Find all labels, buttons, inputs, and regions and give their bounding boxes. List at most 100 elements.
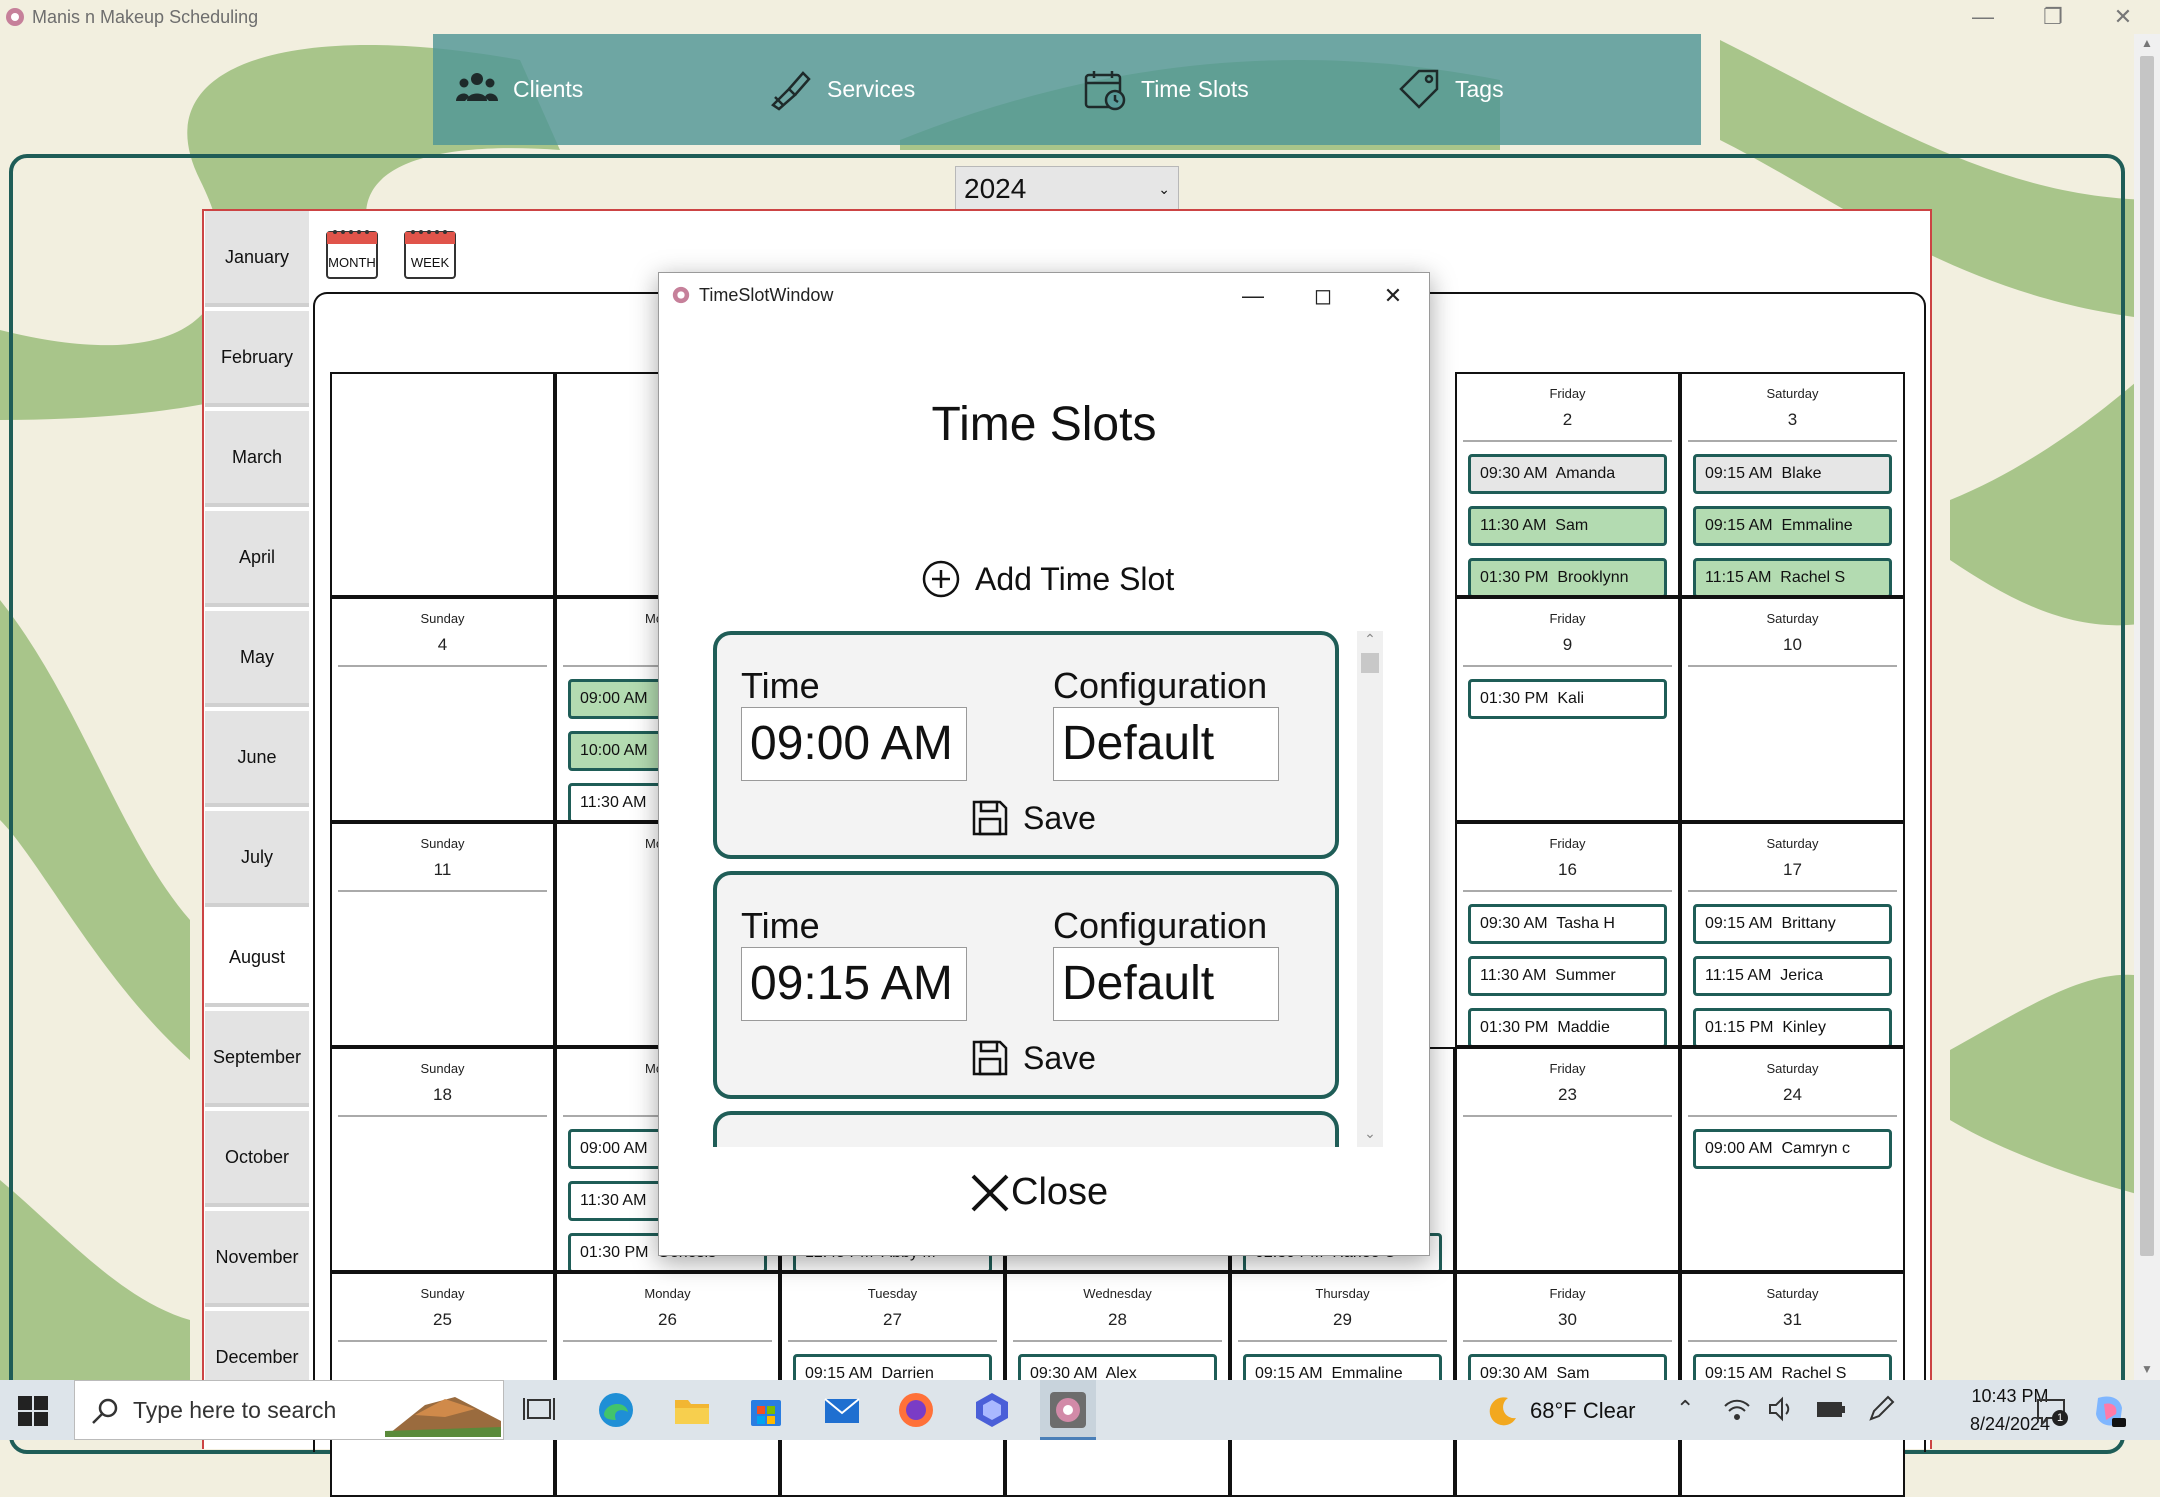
- month-tab-january[interactable]: January: [205, 211, 309, 307]
- copilot-app-icon[interactable]: [972, 1390, 1012, 1430]
- month-tab-june[interactable]: June: [205, 711, 309, 807]
- edge-browser-icon[interactable]: [596, 1390, 636, 1430]
- day-cell-aug-9: Friday 9 01:30 PM Kali: [1455, 597, 1680, 822]
- day-divider: [1463, 890, 1672, 892]
- active-app-taskbar-button[interactable]: [1040, 1380, 1096, 1440]
- add-time-slot-label: Add Time Slot: [975, 560, 1175, 597]
- file-explorer-icon[interactable]: [672, 1390, 712, 1430]
- day-name: Sunday: [420, 1061, 465, 1076]
- pen-icon[interactable]: [1866, 1394, 1896, 1424]
- day-number: 10: [1783, 635, 1802, 654]
- month-tab-may[interactable]: May: [205, 611, 309, 707]
- nav-time-slots[interactable]: Time Slots: [1083, 64, 1249, 114]
- battery-icon[interactable]: [1816, 1394, 1846, 1424]
- task-view-icon[interactable]: [520, 1390, 560, 1430]
- appointment[interactable]: 09:00 AM Camryn c: [1693, 1129, 1892, 1169]
- appointment[interactable]: 11:15 AM Jerica: [1693, 956, 1892, 996]
- volume-icon[interactable]: [1766, 1394, 1796, 1424]
- save-label: Save: [1023, 799, 1096, 836]
- nav-clients-label: Clients: [513, 75, 584, 102]
- month-tab-march[interactable]: March: [205, 411, 309, 507]
- app-logo-icon: [1050, 1392, 1086, 1428]
- plus-circle-icon: [922, 560, 960, 598]
- appointment[interactable]: 01:30 PM Brooklynn: [1468, 558, 1667, 595]
- appointment[interactable]: 11:30 AM Sam: [1468, 506, 1667, 546]
- copilot-icon[interactable]: [2090, 1392, 2128, 1430]
- scrollbar-thumb[interactable]: [1361, 653, 1379, 673]
- day-number: 11: [433, 860, 452, 879]
- page-scrollbar[interactable]: ▲ ▼: [2134, 34, 2160, 1380]
- appointment[interactable]: 01:30 PM Kali: [1468, 679, 1667, 719]
- day-divider: [1688, 1340, 1897, 1342]
- taskbar-search-box[interactable]: Type here to search: [74, 1380, 504, 1440]
- month-tab-july[interactable]: July: [205, 811, 309, 907]
- dialog-close-x-button[interactable]: ✕: [1363, 279, 1423, 313]
- day-cell: [330, 372, 555, 597]
- appointment[interactable]: 09:30 AM Tasha H: [1468, 904, 1667, 944]
- day-divider: [1688, 1115, 1897, 1117]
- appointment[interactable]: 11:30 AM Summer: [1468, 956, 1667, 996]
- save-button[interactable]: Save: [971, 1039, 1096, 1077]
- mail-icon[interactable]: [822, 1390, 862, 1430]
- minimize-button[interactable]: —: [1953, 2, 2013, 32]
- configuration-input[interactable]: Default: [1053, 947, 1279, 1021]
- nav-tags[interactable]: Tags: [1397, 64, 1504, 114]
- nav-time-slots-label: Time Slots: [1141, 75, 1249, 102]
- day-name: Friday: [1549, 1061, 1586, 1076]
- month-tab-february[interactable]: February: [205, 311, 309, 407]
- store-icon[interactable]: [746, 1390, 786, 1430]
- day-name: Saturday: [1766, 611, 1819, 626]
- day-divider: [1688, 890, 1897, 892]
- month-tab-april[interactable]: April: [205, 511, 309, 607]
- scroll-down-arrow-icon[interactable]: ⌄: [1357, 1125, 1383, 1142]
- save-icon: [972, 1040, 1008, 1076]
- people-icon: [456, 73, 498, 101]
- scroll-down-arrow-icon[interactable]: ▼: [2134, 1362, 2160, 1376]
- month-view-button[interactable]: MONTH: [325, 226, 379, 280]
- day-cell-aug-18: Sunday 18: [330, 1047, 555, 1272]
- day-divider: [1463, 440, 1672, 442]
- restore-button[interactable]: ❐: [2023, 2, 2083, 32]
- chevron-up-icon[interactable]: ⌃: [1676, 1396, 1694, 1422]
- appointment[interactable]: 09:15 AM Blake: [1693, 454, 1892, 494]
- close-button[interactable]: Close: [969, 1171, 1108, 1214]
- configuration-input[interactable]: Default: [1053, 707, 1279, 781]
- nav-services[interactable]: Services: [769, 64, 915, 114]
- scroll-up-arrow-icon[interactable]: ⌃: [1357, 631, 1383, 648]
- appointment[interactable]: 11:15 AM Rachel S: [1693, 558, 1892, 595]
- appointment[interactable]: 01:15 PM Kinley: [1693, 1008, 1892, 1045]
- dialog-scrollbar[interactable]: ⌃ ⌄: [1357, 631, 1383, 1147]
- day-number: 18: [433, 1085, 452, 1104]
- dialog-minimize-button[interactable]: —: [1223, 279, 1283, 313]
- close-window-button[interactable]: ✕: [2093, 2, 2153, 32]
- tag-icon: [1399, 69, 1439, 109]
- scroll-up-arrow-icon[interactable]: ▲: [2134, 36, 2160, 50]
- scrollbar-thumb[interactable]: [2140, 56, 2154, 1256]
- dialog-maximize-button[interactable]: ◻: [1293, 279, 1353, 313]
- year-select[interactable]: 2024 ⌄: [955, 166, 1179, 210]
- appointment[interactable]: 09:30 AM Amanda: [1468, 454, 1667, 494]
- add-time-slot-button[interactable]: Add Time Slot: [921, 559, 1174, 599]
- appointment[interactable]: 01:30 PM Maddie: [1468, 1008, 1667, 1045]
- nail-polish-icon: [771, 71, 811, 111]
- notification-count-badge: 1: [2052, 1410, 2068, 1426]
- week-view-button[interactable]: WEEK: [403, 226, 457, 280]
- weather-widget[interactable]: 68°F Clear: [1486, 1394, 1635, 1428]
- time-input[interactable]: 09:00 AM: [741, 707, 967, 781]
- day-name: Sunday: [420, 611, 465, 626]
- month-tab-november[interactable]: November: [205, 1211, 309, 1307]
- day-cell-aug-3: Saturday 3 09:15 AM Blake 09:15 AM Emmal…: [1680, 372, 1905, 597]
- day-name: Saturday: [1766, 386, 1819, 401]
- appointment[interactable]: 09:15 AM Emmaline: [1693, 506, 1892, 546]
- windows-start-icon[interactable]: [18, 1396, 48, 1426]
- notification-button[interactable]: 1: [2034, 1394, 2068, 1428]
- month-tab-august[interactable]: August: [205, 911, 309, 1007]
- wifi-icon[interactable]: [1722, 1394, 1752, 1424]
- nav-clients[interactable]: Clients: [455, 64, 583, 114]
- firefox-icon[interactable]: [896, 1390, 936, 1430]
- month-tab-september[interactable]: September: [205, 1011, 309, 1107]
- month-tab-october[interactable]: October: [205, 1111, 309, 1207]
- save-button[interactable]: Save: [971, 799, 1096, 837]
- time-input[interactable]: 09:15 AM: [741, 947, 967, 1021]
- appointment[interactable]: 09:15 AM Brittany: [1693, 904, 1892, 944]
